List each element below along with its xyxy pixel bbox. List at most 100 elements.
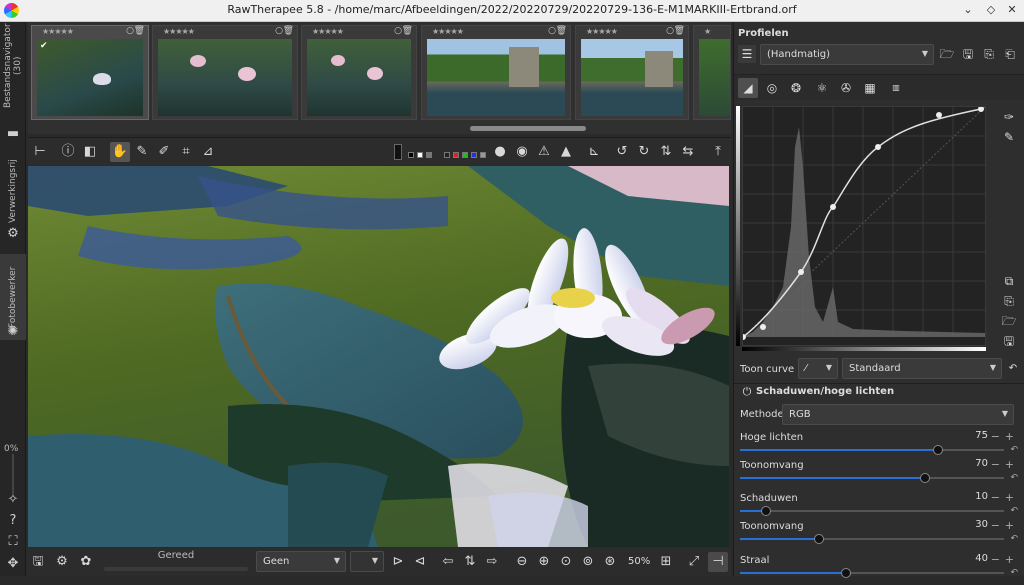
histogram-icon[interactable]: ⊾ [584,142,604,162]
before-after-icon[interactable]: ◧ [80,142,100,162]
fullscreen-icon[interactable]: ⤢ [684,552,704,572]
minus-icon[interactable]: − [991,519,1000,532]
slider-knob[interactable] [933,445,943,455]
rating-stars[interactable]: ★★★★★ [42,27,74,36]
minus-icon[interactable]: − [991,553,1000,566]
plus-icon[interactable]: + [1005,458,1014,471]
zoom-fit-crop-icon[interactable]: ⊛ [600,552,620,572]
reset-icon[interactable]: ↶ [1010,445,1018,455]
external-editor-icon[interactable]: ✿ [76,552,96,572]
rating-stars[interactable]: ★★★★★ [163,27,195,36]
send-to-queue-icon[interactable]: ⚙ [52,552,72,572]
white-balance-picker-icon[interactable]: ✎ [132,142,152,162]
power-toggle-icon[interactable]: ⏻ [738,383,756,401]
rating-stars[interactable]: ★★★★★ [312,27,344,36]
slider-knob[interactable] [761,506,772,516]
channel-red-swatch[interactable] [453,152,459,158]
new-detail-window-icon[interactable]: ⊞ [656,552,676,572]
rating-stars[interactable]: ★ [704,27,711,36]
minus-icon[interactable]: − [991,491,1000,504]
curve-mode-combo[interactable]: Standaard ▼ [842,358,1002,379]
load-curve-icon[interactable]: 🗁 [1000,312,1018,330]
plus-icon[interactable]: + [1005,519,1014,532]
help-icon[interactable]: ? [5,513,21,529]
plus-icon[interactable]: + [1005,553,1014,566]
slider-knob[interactable] [840,568,851,578]
rotate-left-icon[interactable]: ↺ [612,142,632,162]
hide-panel-icon[interactable]: ⊣ [708,552,728,572]
minimize-icon[interactable]: ⌄ [960,3,976,16]
slider-track[interactable] [740,473,1004,483]
tab-transform-icon[interactable]: ✇ [836,78,856,98]
channel-green-swatch[interactable] [462,152,468,158]
tab-raw-icon[interactable]: ▦ [860,78,880,98]
slider-value-input[interactable]: 30 [952,519,988,533]
zoom-in-icon[interactable]: ⊕ [534,552,554,572]
channel-all-swatch[interactable] [444,152,450,158]
thumbnail-6[interactable]: ★ [693,25,731,120]
aperture-icon[interactable]: ✺ [5,324,21,340]
color-picker-icon[interactable]: ✐ [154,142,174,162]
maximize-icon[interactable]: ◇ [983,3,999,16]
folder-icon[interactable]: ▬ [5,126,21,142]
previous-image-icon[interactable]: ⇦ [438,552,458,572]
image-preview[interactable] [28,166,729,547]
slider-value-input[interactable]: 75 [952,430,988,444]
tab-file-browser[interactable]: Bestandsnavigator (30) [0,24,26,109]
filmstrip-scrollbar[interactable] [470,126,586,131]
thumbnail-1[interactable]: ★★★★★ ○ 🗑 ✔ [31,25,149,120]
shadow-clip-warning-icon[interactable]: ⚠ [534,142,554,162]
move-icon[interactable]: ✥ [5,556,21,572]
zoom-out-icon[interactable]: ⊖ [512,552,532,572]
tab-queue[interactable]: Verwerkingsrij [0,156,26,226]
thumbnail-4[interactable]: ★★★★★ ○ 🗑 [421,25,571,120]
thumbnail-5[interactable]: ★★★★★ ○ 🗑 [575,25,689,120]
thumbnail-2[interactable]: ★★★★★ ○ 🗑 [152,25,298,120]
color-profile-combo[interactable]: ▼ [350,551,384,572]
gears-icon[interactable]: ⚙ [5,226,21,242]
slider-track[interactable] [740,568,1004,578]
trash-icon[interactable]: 🗑 [283,26,294,36]
trash-icon[interactable]: 🗑 [134,26,145,36]
minus-icon[interactable]: − [991,430,1000,443]
zoom-fit-icon[interactable]: ⊚ [578,552,598,572]
slider-value-input[interactable]: 10 [952,491,988,505]
info-icon[interactable]: ⓘ [58,142,78,162]
gamut-check-icon[interactable]: ⊲ [410,552,430,572]
next-image-icon[interactable]: ⇨ [482,552,502,572]
sync-filmstrip-icon[interactable]: ⇅ [460,552,480,572]
reset-icon[interactable]: ↶ [1004,360,1022,378]
copy-curve-icon[interactable]: ⧉ [1000,272,1018,290]
bg-gray-swatch[interactable] [426,152,432,158]
reset-icon[interactable]: ↶ [1010,568,1018,578]
slider-track[interactable] [740,534,1004,544]
output-mode-combo[interactable]: Geen ▼ [256,551,346,572]
method-combo[interactable]: RGB ▼ [782,404,1014,425]
magic-wand-icon[interactable]: ✧ [5,492,21,508]
trash-icon[interactable]: 🗑 [556,26,567,36]
tone-curve-editor[interactable] [740,106,986,346]
plus-icon[interactable]: + [1005,430,1014,443]
profile-list-icon[interactable]: ☰ [738,45,756,63]
slider-track[interactable] [740,506,1004,516]
trash-icon[interactable]: 🗑 [402,26,413,36]
trash-icon[interactable]: 🗑 [674,26,685,36]
copy-profile-icon[interactable]: ⎘ [980,45,998,63]
flip-vertical-icon[interactable]: ⇅ [656,142,676,162]
rotate-right-icon[interactable]: ↻ [634,142,654,162]
straighten-icon[interactable]: ⊿ [198,142,218,162]
bg-black-swatch[interactable] [408,152,414,158]
rating-stars[interactable]: ★★★★★ [586,27,618,36]
tab-exposure-icon[interactable]: ◢ [738,78,758,98]
softproof-icon[interactable]: ⊳ [388,552,408,572]
background-color-toggle[interactable] [394,144,402,160]
thumbnail-3[interactable]: ★★★★★ ○ 🗑 [301,25,417,120]
slider-track[interactable] [740,445,1004,455]
reset-icon[interactable]: ↶ [1010,473,1018,483]
channel-blue-swatch[interactable] [471,152,477,158]
reset-icon[interactable]: ↶ [1010,534,1018,544]
minus-icon[interactable]: − [991,458,1000,471]
save-icon[interactable]: 🖫 [28,552,48,572]
save-curve-icon[interactable]: 🖫 [1000,332,1018,350]
bg-white-swatch[interactable] [417,152,423,158]
